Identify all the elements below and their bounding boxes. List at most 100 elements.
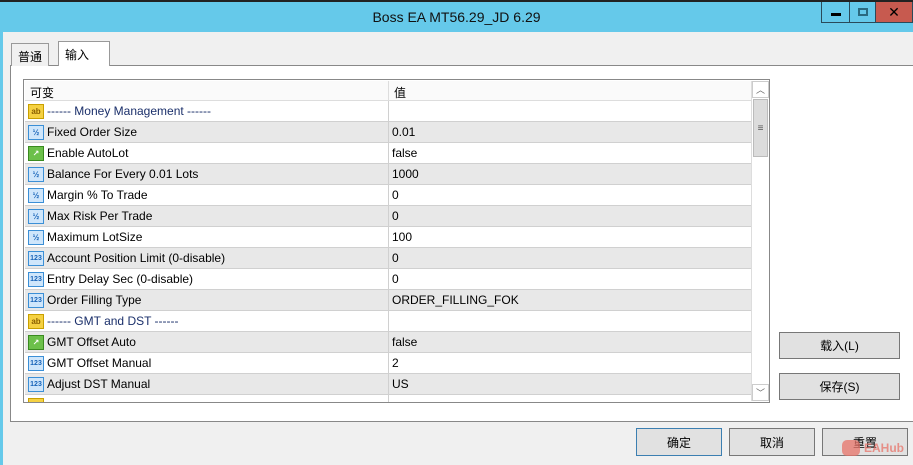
parameter-value[interactable]: false bbox=[389, 146, 417, 160]
integer-type-icon: 123 bbox=[28, 376, 44, 392]
parameter-name: Order Filling Type bbox=[47, 293, 142, 307]
cancel-button[interactable]: 取消 bbox=[729, 428, 815, 456]
column-header-value[interactable]: 值 bbox=[389, 81, 411, 100]
table-row[interactable]: 123 GMT Offset Manual 2 bbox=[25, 353, 752, 374]
scroll-thumb[interactable]: ≡ bbox=[753, 99, 768, 157]
parameter-name-cell: ab ------ GMT and DST ------ bbox=[25, 311, 389, 331]
integer-type-icon: 123 bbox=[28, 355, 44, 371]
parameter-value[interactable]: 1000 bbox=[389, 167, 419, 181]
table-row[interactable]: ab ------ GMT and DST ------ bbox=[25, 311, 752, 332]
integer-type-icon: 123 bbox=[28, 292, 44, 308]
parameter-name: Entry Delay Sec (0-disable) bbox=[47, 272, 194, 286]
parameter-value[interactable]: 0 bbox=[389, 251, 399, 265]
save-button[interactable]: 保存(S) bbox=[779, 373, 900, 400]
parameter-name: Fixed Order Size bbox=[47, 125, 138, 139]
parameter-name: ------ GMT and DST ------ bbox=[47, 314, 179, 328]
scroll-down-button[interactable]: ﹀ bbox=[752, 384, 769, 401]
scroll-up-button[interactable]: ︿ bbox=[752, 81, 769, 98]
parameter-name-cell: ½ Balance For Every 0.01 Lots bbox=[25, 164, 389, 184]
parameter-name: Balance For Every 0.01 Lots bbox=[47, 167, 199, 181]
text-type-icon: ab bbox=[28, 313, 44, 329]
parameter-name-cell: 123 GMT Offset Manual bbox=[25, 353, 389, 373]
table-row[interactable]: 123 Order Filling Type ORDER_FILLING_FOK bbox=[25, 290, 752, 311]
parameter-name: Adjust DST Manual bbox=[47, 377, 151, 391]
parameter-value[interactable]: 0 bbox=[389, 272, 399, 286]
parameter-name-cell: ab ------ Money Management ------ bbox=[25, 101, 389, 121]
table-row[interactable]: ½ Margin % To Trade 0 bbox=[25, 185, 752, 206]
parameter-name: Max Risk Per Trade bbox=[47, 209, 153, 223]
text-type-icon: ab bbox=[28, 103, 44, 119]
pig-logo-icon bbox=[842, 440, 860, 456]
parameter-value[interactable]: ORDER_FILLING_FOK bbox=[389, 293, 519, 307]
parameter-name: Account Position Limit (0-disable) bbox=[47, 251, 226, 265]
parameter-name: GMT Offset Manual bbox=[47, 356, 152, 370]
parameter-name: Enable AutoLot bbox=[47, 146, 129, 160]
ok-button[interactable]: 确定 bbox=[636, 428, 722, 456]
parameter-value[interactable]: 0 bbox=[389, 209, 399, 223]
parameter-name-cell: ½ Max Risk Per Trade bbox=[25, 206, 389, 226]
parameter-value[interactable]: US bbox=[389, 377, 409, 391]
parameter-name-cell: 123 Entry Delay Sec (0-disable) bbox=[25, 269, 389, 289]
fraction-type-icon: ½ bbox=[28, 187, 44, 203]
load-button[interactable]: 载入(L) bbox=[779, 332, 900, 359]
parameter-name: ------ Money Management ------ bbox=[47, 104, 212, 118]
parameter-value[interactable]: 0.01 bbox=[389, 125, 415, 139]
parameter-name-cell: ½ Maximum LotSize bbox=[25, 227, 389, 247]
fraction-type-icon: ½ bbox=[28, 124, 44, 140]
table-row[interactable]: ½ Max Risk Per Trade 0 bbox=[25, 206, 752, 227]
table-row[interactable]: ½ Fixed Order Size 0.01 bbox=[25, 122, 752, 143]
table-row[interactable]: ↗ GMT Offset Auto false bbox=[25, 332, 752, 353]
parameter-value[interactable]: false bbox=[389, 335, 417, 349]
watermark-text: EAHub bbox=[864, 441, 904, 455]
parameter-name-cell bbox=[25, 395, 389, 402]
parameter-value[interactable]: 100 bbox=[389, 230, 412, 244]
fraction-type-icon: ½ bbox=[28, 229, 44, 245]
parameter-name-cell: 123 Adjust DST Manual bbox=[25, 374, 389, 394]
table-row[interactable]: ↗ Enable AutoLot false bbox=[25, 143, 752, 164]
chevron-up-icon: ︿ bbox=[755, 85, 765, 95]
parameter-name: Maximum LotSize bbox=[47, 230, 143, 244]
watermark: EAHub bbox=[842, 440, 904, 456]
integer-type-icon: 123 bbox=[28, 271, 44, 287]
boolean-type-icon: ↗ bbox=[28, 334, 44, 350]
grip-icon: ≡ bbox=[757, 122, 764, 134]
minimize-button[interactable] bbox=[821, 2, 850, 23]
boolean-type-icon: ↗ bbox=[28, 145, 44, 161]
maximize-button[interactable] bbox=[849, 2, 876, 23]
minimize-icon bbox=[830, 12, 841, 16]
parameter-name-cell: ↗ Enable AutoLot bbox=[25, 143, 389, 163]
parameter-value[interactable]: 2 bbox=[389, 356, 399, 370]
parameter-name-cell: ½ Margin % To Trade bbox=[25, 185, 389, 205]
table-row[interactable]: ½ Maximum LotSize 100 bbox=[25, 227, 752, 248]
maximize-icon bbox=[857, 8, 868, 16]
table-header: 可变 值 bbox=[25, 81, 752, 101]
table-row[interactable]: 123 Adjust DST Manual US bbox=[25, 374, 752, 395]
parameter-name-cell: ½ Fixed Order Size bbox=[25, 122, 389, 142]
fraction-type-icon: ½ bbox=[28, 208, 44, 224]
text-type-icon bbox=[28, 397, 44, 402]
close-icon: ✕ bbox=[888, 3, 900, 20]
close-button[interactable]: ✕ bbox=[875, 2, 913, 23]
parameter-name-cell: ↗ GMT Offset Auto bbox=[25, 332, 389, 352]
chevron-down-icon: ﹀ bbox=[755, 388, 765, 398]
table-row[interactable]: 123 Entry Delay Sec (0-disable) 0 bbox=[25, 269, 752, 290]
table-row[interactable]: ab ------ Money Management ------ bbox=[25, 101, 752, 122]
table-row-partial bbox=[25, 395, 752, 402]
tab-general[interactable]: 普通 bbox=[11, 43, 50, 66]
table-row[interactable]: ½ Balance For Every 0.01 Lots 1000 bbox=[25, 164, 752, 185]
parameters-table: 可变 值 ab ------ Money Management ------ ½ Fi… bbox=[23, 79, 770, 403]
window-title: Boss EA MT56.29_JD 6.29 bbox=[372, 9, 541, 25]
table-row[interactable]: 123 Account Position Limit (0-disable) 0 bbox=[25, 248, 752, 269]
vertical-scrollbar[interactable]: ︿ ≡ ﹀ bbox=[751, 81, 769, 401]
parameter-name: Margin % To Trade bbox=[47, 188, 148, 202]
parameter-name-cell: 123 Account Position Limit (0-disable) bbox=[25, 248, 389, 268]
integer-type-icon: 123 bbox=[28, 250, 44, 266]
fraction-type-icon: ½ bbox=[28, 166, 44, 182]
window-border bbox=[0, 32, 3, 465]
parameter-name: GMT Offset Auto bbox=[47, 335, 136, 349]
title-bar: Boss EA MT56.29_JD 6.29 ✕ bbox=[0, 2, 913, 32]
column-header-variable[interactable]: 可变 bbox=[25, 81, 389, 100]
parameter-value[interactable]: 0 bbox=[389, 188, 399, 202]
parameter-name-cell: 123 Order Filling Type bbox=[25, 290, 389, 310]
tab-inputs[interactable]: 输入 bbox=[58, 41, 110, 66]
